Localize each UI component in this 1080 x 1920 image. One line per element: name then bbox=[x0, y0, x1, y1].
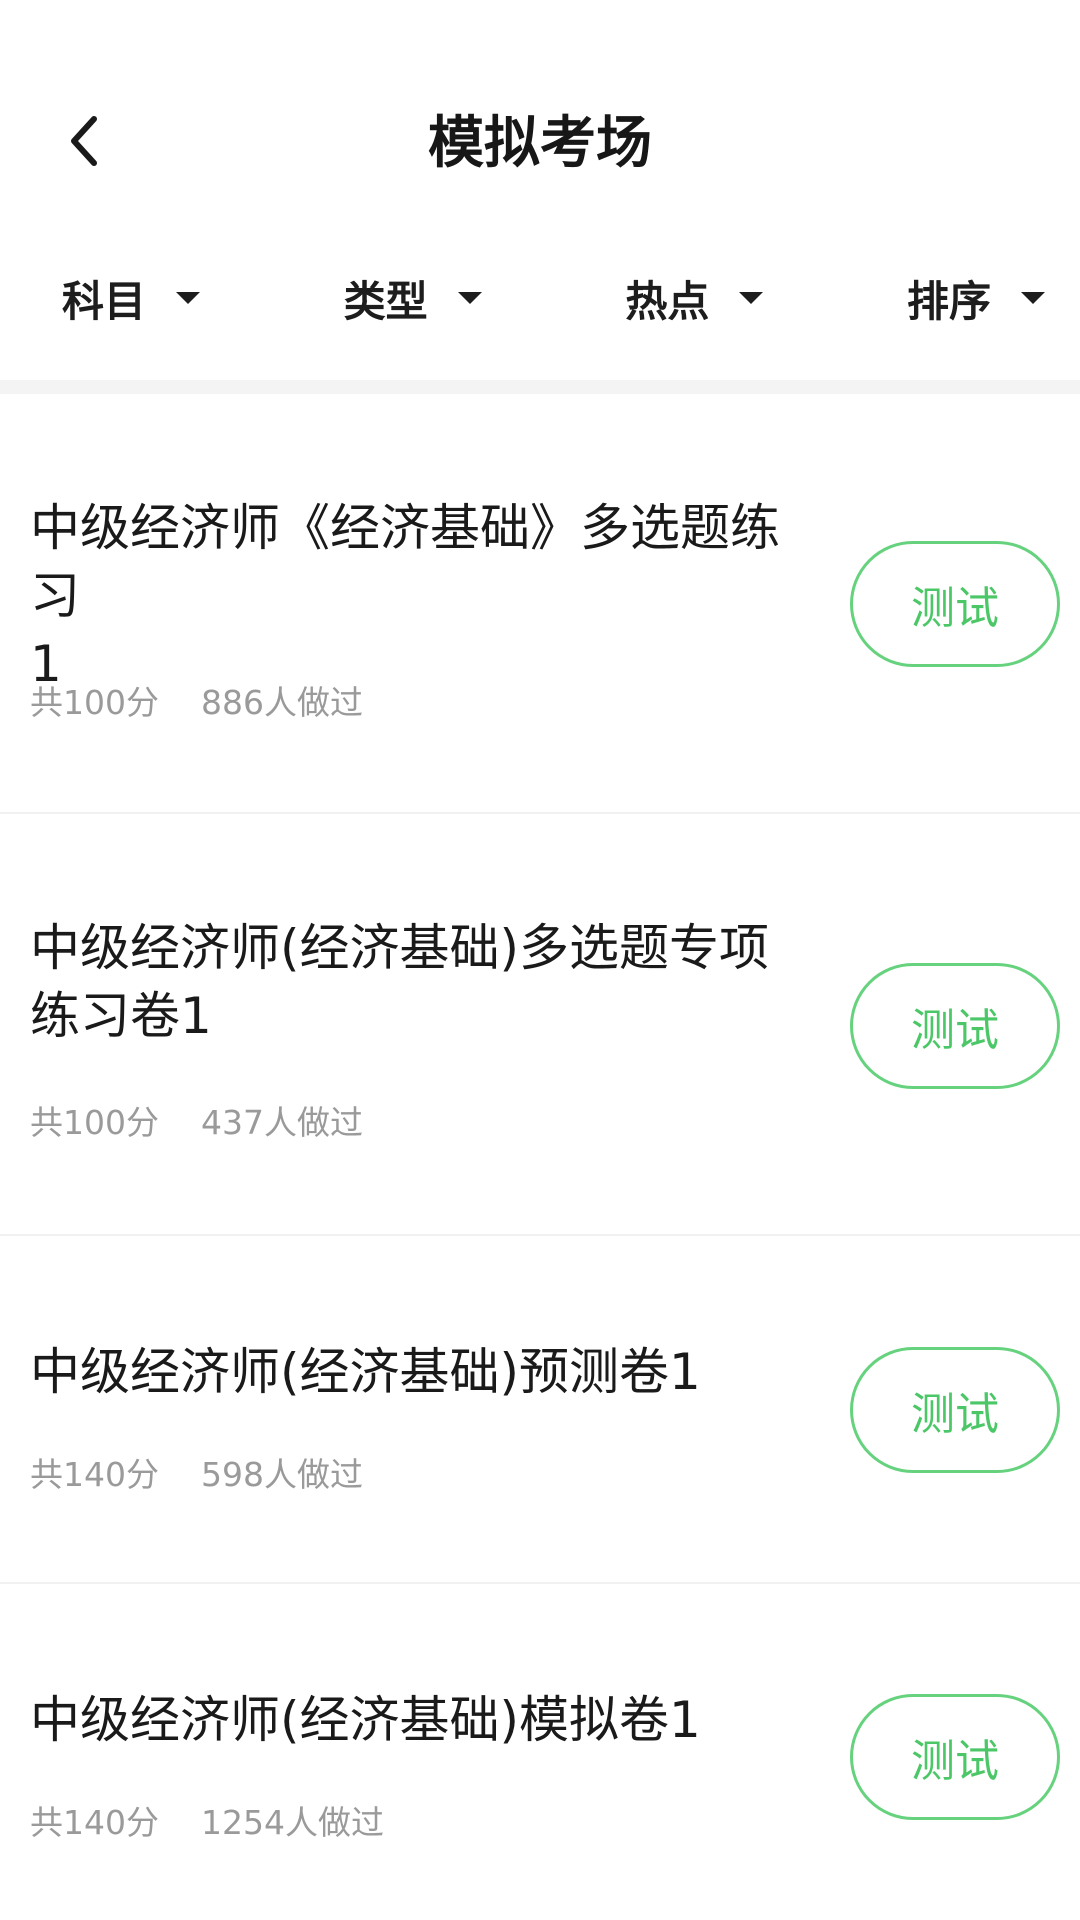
exam-meta: 共100分 886人做过 bbox=[30, 676, 363, 724]
exam-title: 中级经济师《经济基础》多选题练习 1 bbox=[30, 494, 820, 698]
exam-meta: 共140分 598人做过 bbox=[30, 1448, 363, 1496]
caret-down-icon bbox=[1020, 292, 1045, 304]
test-button[interactable]: 测试 bbox=[850, 541, 1060, 667]
filter-bar: 科目 类型 热点 排序 bbox=[0, 258, 1080, 338]
filter-type[interactable]: 类型 bbox=[344, 258, 482, 338]
exam-title: 中级经济师(经济基础)预测卷1 bbox=[30, 1338, 820, 1406]
exam-title-line: 练习卷1 bbox=[30, 987, 212, 1045]
caret-down-icon bbox=[457, 292, 482, 304]
section-divider bbox=[0, 380, 1080, 394]
exam-title-line: 中级经济师(经济基础)多选题专项 bbox=[30, 919, 770, 977]
exam-title-line: 中级经济师(经济基础)预测卷1 bbox=[30, 1343, 701, 1401]
exam-score: 共100分 bbox=[30, 1103, 159, 1142]
exam-people-count: 886人做过 bbox=[201, 683, 363, 722]
test-button[interactable]: 测试 bbox=[850, 963, 1060, 1089]
test-button[interactable]: 测试 bbox=[850, 1347, 1060, 1473]
filter-hot-label: 热点 bbox=[625, 276, 710, 326]
caret-down-icon bbox=[176, 292, 201, 304]
exam-item[interactable]: 中级经济师(经济基础)多选题专项 练习卷1 共100分 437人做过 测试 bbox=[0, 814, 1080, 1236]
exam-item[interactable]: 中级经济师(经济基础)模拟卷1 共140分 1254人做过 测试 bbox=[0, 1584, 1080, 1920]
exam-meta: 共100分 437人做过 bbox=[30, 1096, 363, 1144]
filter-subject-label: 科目 bbox=[62, 276, 147, 326]
exam-list: 中级经济师《经济基础》多选题练习 1 共100分 886人做过 测试 中级经济师… bbox=[0, 394, 1080, 1920]
filter-subject[interactable]: 科目 bbox=[62, 258, 201, 338]
exam-title-line: 中级经济师(经济基础)模拟卷1 bbox=[30, 1691, 701, 1749]
header-bar: 模拟考场 bbox=[0, 0, 1080, 230]
filter-sort-label: 排序 bbox=[906, 276, 991, 326]
exam-item[interactable]: 中级经济师《经济基础》多选题练习 1 共100分 886人做过 测试 bbox=[0, 394, 1080, 814]
exam-people-count: 598人做过 bbox=[201, 1455, 363, 1494]
filter-sort[interactable]: 排序 bbox=[907, 258, 1045, 338]
exam-people-count: 1254人做过 bbox=[201, 1803, 384, 1842]
exam-score: 共140分 bbox=[30, 1455, 159, 1494]
page-title: 模拟考场 bbox=[428, 111, 652, 176]
exam-item[interactable]: 中级经济师(经济基础)预测卷1 共140分 598人做过 测试 bbox=[0, 1236, 1080, 1584]
test-button[interactable]: 测试 bbox=[850, 1694, 1060, 1820]
exam-score: 共140分 bbox=[30, 1803, 159, 1842]
filter-hot[interactable]: 热点 bbox=[625, 258, 764, 338]
exam-title: 中级经济师(经济基础)多选题专项 练习卷1 bbox=[30, 914, 820, 1050]
exam-people-count: 437人做过 bbox=[201, 1103, 363, 1142]
exam-title: 中级经济师(经济基础)模拟卷1 bbox=[30, 1686, 820, 1754]
exam-title-line: 中级经济师《经济基础》多选题练习 bbox=[30, 499, 780, 625]
caret-down-icon bbox=[739, 292, 764, 304]
exam-score: 共100分 bbox=[30, 683, 159, 722]
filter-type-label: 类型 bbox=[343, 276, 428, 326]
exam-meta: 共140分 1254人做过 bbox=[30, 1796, 384, 1844]
